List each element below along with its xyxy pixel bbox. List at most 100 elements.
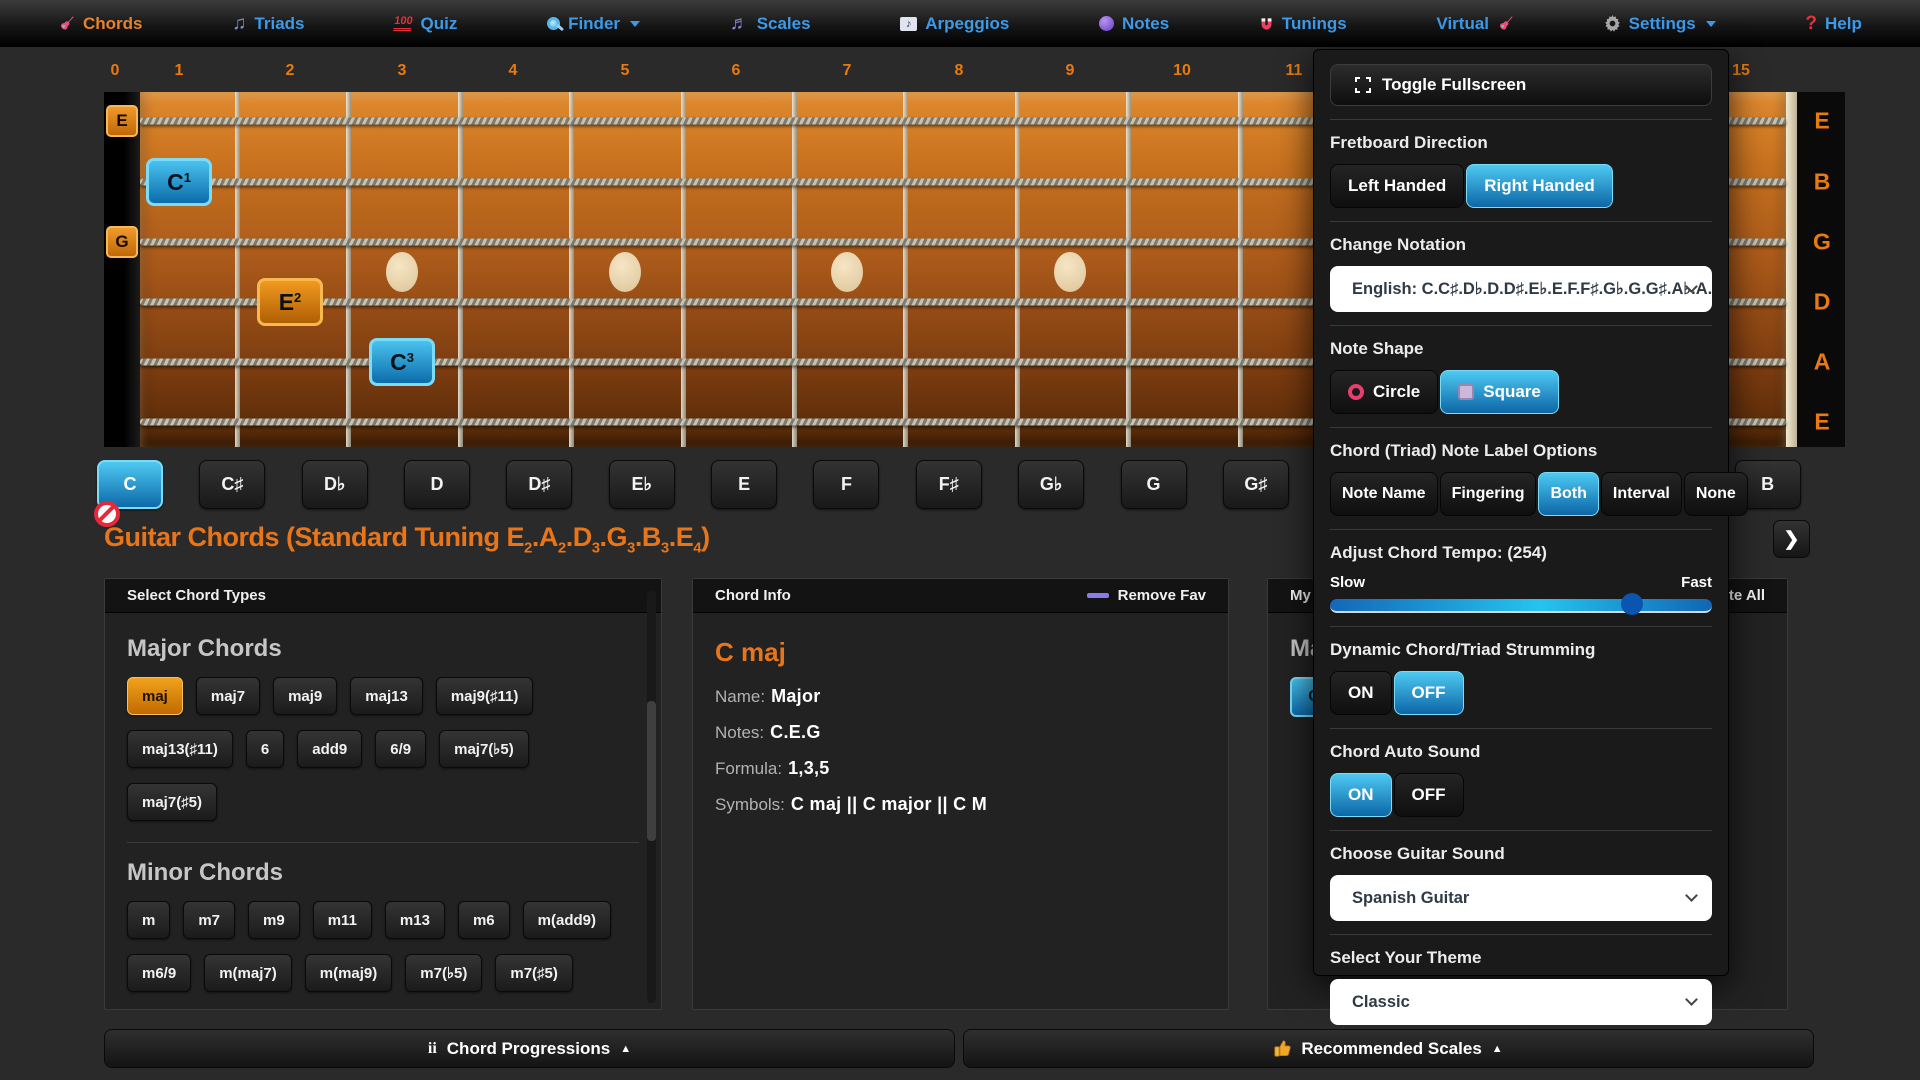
- option-square[interactable]: Square: [1440, 370, 1559, 414]
- nav-item-finder[interactable]: Finder: [547, 14, 640, 34]
- note-marker-E2[interactable]: E2: [257, 278, 323, 326]
- nav-bar: Chords ♫Triads 100Quiz Finder ♬Scales ♪Arpegg…: [0, 0, 1920, 47]
- chord-type-row: maj13(♯11) 6 add9 6/9 maj7(♭5): [127, 730, 639, 781]
- option-fingering[interactable]: Fingering: [1440, 472, 1537, 516]
- collapse-caret-icon: ▲: [620, 1043, 631, 1055]
- option-right-handed[interactable]: Right Handed: [1466, 164, 1613, 208]
- string-name-label-B: B: [1804, 169, 1840, 196]
- nav-item-triads[interactable]: ♫Triads: [232, 14, 304, 34]
- chord-type-button-maj13[interactable]: maj13: [350, 677, 423, 715]
- remove-fav-button[interactable]: Remove Fav: [1087, 587, 1206, 604]
- chord-type-button-maj7(♭5)[interactable]: maj7(♭5): [439, 730, 529, 768]
- nav-item-help[interactable]: ?Help: [1805, 14, 1861, 34]
- option-off[interactable]: OFF: [1394, 773, 1464, 817]
- chord-tempo-label: Adjust Chord Tempo: (254): [1330, 543, 1712, 563]
- recommended-scales-button[interactable]: Recommended Scales ▲: [963, 1029, 1814, 1068]
- option-left-handed[interactable]: Left Handed: [1330, 164, 1464, 208]
- guitar-sound-label: Choose Guitar Sound: [1330, 844, 1712, 864]
- chord-type-button-m11[interactable]: m11: [313, 901, 372, 939]
- chord-type-button-m(add9)[interactable]: m(add9): [523, 901, 611, 939]
- option-both[interactable]: Both: [1538, 472, 1598, 516]
- chord-progressions-button[interactable]: ii Chord Progressions ▲: [104, 1029, 955, 1068]
- guitar-sound-select[interactable]: Spanish Guitar: [1330, 875, 1712, 921]
- tempo-slider[interactable]: [1330, 599, 1712, 613]
- chord-type-button-m13[interactable]: m13: [385, 901, 445, 939]
- root-note-button-E[interactable]: E: [711, 460, 777, 509]
- chord-info-panel-title: Chord Info: [715, 587, 791, 604]
- option-note-name[interactable]: Note Name: [1330, 472, 1438, 516]
- option-on[interactable]: ON: [1330, 671, 1392, 715]
- fret-wire: [1238, 92, 1243, 447]
- root-note-button-G♯[interactable]: G♯: [1223, 460, 1289, 509]
- chord-type-button-m7(♯5)[interactable]: m7(♯5): [495, 954, 573, 992]
- next-roots-button[interactable]: ❯: [1773, 520, 1810, 558]
- guitar-icon: [1497, 15, 1514, 32]
- option-interval[interactable]: Interval: [1601, 472, 1682, 516]
- root-note-button-D♯[interactable]: D♯: [506, 460, 572, 509]
- nav-item-virtual[interactable]: Virtual: [1436, 14, 1514, 34]
- nav-item-chords[interactable]: Chords: [58, 14, 143, 34]
- chord-type-button-m(maj7)[interactable]: m(maj7): [204, 954, 292, 992]
- chord-type-row: maj maj7 maj9 maj13 maj9(♯11): [127, 677, 639, 728]
- root-note-button-F[interactable]: F: [813, 460, 879, 509]
- fullscreen-icon: [1355, 77, 1371, 93]
- theme-select[interactable]: Classic: [1330, 979, 1712, 1025]
- open-string-note-G[interactable]: G: [106, 226, 138, 258]
- chord-type-button-m9[interactable]: m9: [248, 901, 300, 939]
- collapse-caret-icon: ▲: [1492, 1043, 1503, 1055]
- nav-item-label: Settings: [1629, 14, 1696, 34]
- chord-type-button-m6[interactable]: m6: [458, 901, 510, 939]
- chord-type-button-m7(♭5)[interactable]: m7(♭5): [405, 954, 482, 992]
- tempo-slider-handle[interactable]: [1621, 593, 1643, 615]
- chord-type-button-add9[interactable]: add9: [297, 730, 362, 768]
- note-marker-C3[interactable]: C3: [369, 338, 435, 386]
- hundred-icon: 100: [394, 16, 412, 31]
- option-on[interactable]: ON: [1330, 773, 1392, 817]
- root-note-button-F♯[interactable]: F♯: [916, 460, 982, 509]
- note-marker-C1[interactable]: C1: [146, 158, 212, 206]
- roman-numeral-icon: ii: [428, 1040, 437, 1058]
- root-note-button-G[interactable]: G: [1121, 460, 1187, 509]
- chord-type-button-6[interactable]: 6: [246, 730, 284, 768]
- nav-item-scales[interactable]: ♬Scales: [730, 14, 811, 34]
- chord-type-button-m6/9[interactable]: m6/9: [127, 954, 191, 992]
- chord-type-button-maj9(♯11)[interactable]: maj9(♯11): [436, 677, 534, 715]
- option-none[interactable]: None: [1684, 472, 1748, 516]
- chord-type-button-6/9[interactable]: 6/9: [375, 730, 426, 768]
- search-icon: [547, 17, 560, 30]
- fret-number-5: 5: [621, 62, 630, 80]
- muted-string-icon[interactable]: [94, 501, 120, 527]
- chord-type-button-maj7(♯5)[interactable]: maj7(♯5): [127, 783, 217, 821]
- chord-type-button-m(maj9)[interactable]: m(maj9): [305, 954, 393, 992]
- nav-item-quiz[interactable]: 100Quiz: [394, 14, 457, 34]
- fret-number-7: 7: [843, 62, 852, 80]
- nav-item-notes[interactable]: Notes: [1099, 14, 1169, 34]
- option-circle[interactable]: Circle: [1330, 370, 1438, 414]
- chord-type-button-maj7[interactable]: maj7: [196, 677, 260, 715]
- chord-type-button-maj13(♯11)[interactable]: maj13(♯11): [127, 730, 233, 768]
- magnet-icon: [1259, 16, 1274, 32]
- string-name-label-D: D: [1804, 289, 1840, 316]
- chord-type-button-maj9[interactable]: maj9: [273, 677, 337, 715]
- notation-select[interactable]: English: C.C♯.D♭.D.D♯.E♭.E.F.F♯.G♭.G.G♯.…: [1330, 266, 1712, 312]
- nav-item-arpeggios[interactable]: ♪Arpeggios: [900, 14, 1009, 34]
- root-note-button-G♭[interactable]: G♭: [1018, 460, 1084, 509]
- root-note-button-C♯[interactable]: C♯: [199, 460, 265, 509]
- chord-type-button-m[interactable]: m: [127, 901, 170, 939]
- root-note-button-E♭[interactable]: E♭: [609, 460, 675, 509]
- option-off[interactable]: OFF: [1394, 671, 1464, 715]
- notation-select-value: English: C.C♯.D♭.D.D♯.E♭.E.F.F♯.G♭.G.G♯.…: [1352, 279, 1712, 299]
- nav-item-settings[interactable]: Settings: [1604, 14, 1716, 34]
- fret-number-3: 3: [398, 62, 407, 80]
- minus-icon: [1087, 593, 1109, 598]
- chord-type-button-m7[interactable]: m7: [183, 901, 235, 939]
- chord-info-field: Symbols:C maj || C major || C M: [715, 794, 1206, 815]
- chord-progressions-label: Chord Progressions: [447, 1039, 610, 1059]
- chord-type-button-maj[interactable]: maj: [127, 677, 183, 715]
- nav-item-tunings[interactable]: Tunings: [1259, 14, 1347, 34]
- root-note-button-D♭[interactable]: D♭: [302, 460, 368, 509]
- toggle-fullscreen-button[interactable]: Toggle Fullscreen: [1330, 64, 1712, 106]
- open-string-note-E[interactable]: E: [106, 105, 138, 137]
- root-note-button-D[interactable]: D: [404, 460, 470, 509]
- chord-types-scrollbar-thumb[interactable]: [647, 701, 656, 841]
